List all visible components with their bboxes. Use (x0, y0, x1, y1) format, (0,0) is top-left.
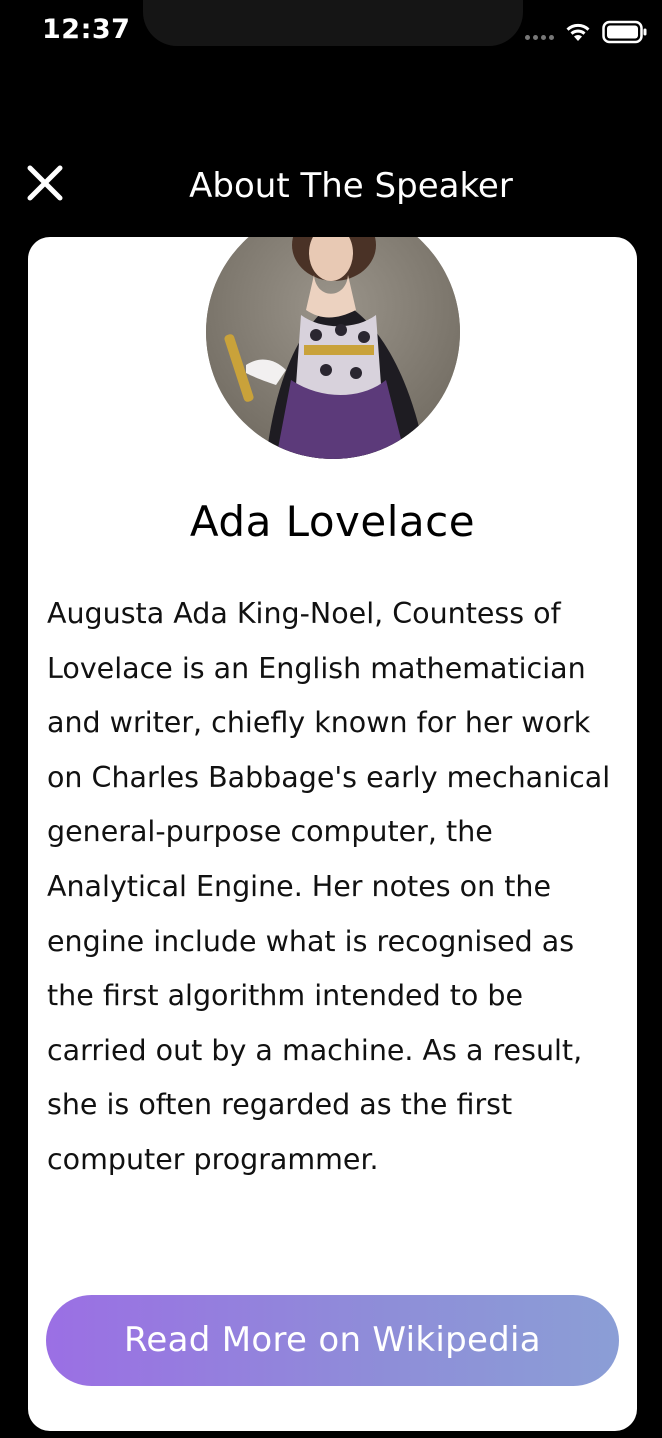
avatar (206, 237, 460, 459)
status-time: 12:37 (42, 14, 131, 45)
status-icons (525, 20, 648, 44)
read-more-wikipedia-button[interactable]: Read More on Wikipedia (46, 1295, 619, 1386)
wifi-icon (566, 23, 590, 41)
speaker-portrait (206, 237, 460, 459)
speaker-card: Ada Lovelace Augusta Ada King-Noel, Coun… (28, 237, 637, 1431)
app-screen: 12:37 About The Speaker Ada Lovelace Aug… (0, 0, 662, 1438)
cellular-signal-icon (525, 34, 554, 40)
device-notch (143, 0, 523, 46)
battery-icon (602, 20, 647, 44)
page-title: About The Speaker (189, 166, 513, 206)
speaker-name: Ada Lovelace (189, 497, 476, 546)
speaker-bio: Augusta Ada King-Noel, Countess of Lovel… (47, 597, 611, 1176)
